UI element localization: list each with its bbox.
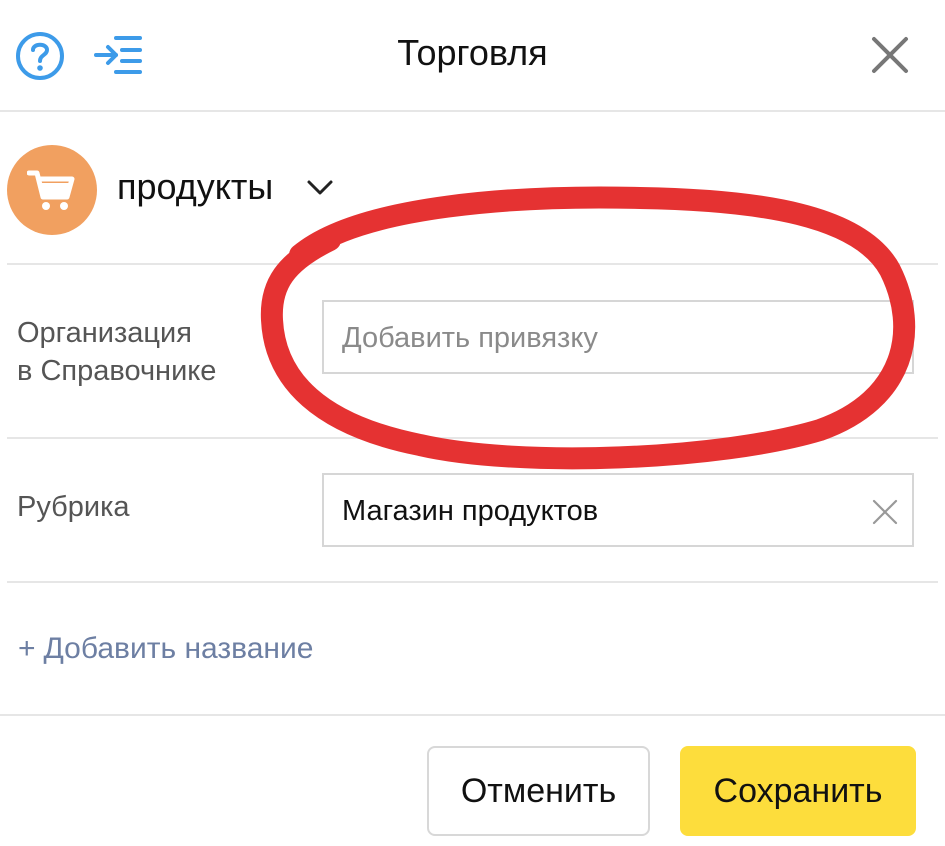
clear-icon[interactable] [872, 499, 898, 525]
divider [7, 437, 938, 439]
organization-label-line1: Организация [17, 317, 192, 349]
organization-label-line2: в Справочнике [17, 355, 217, 387]
organization-input-placeholder: Добавить привязку [342, 322, 598, 354]
cancel-button[interactable]: Отменить [427, 746, 650, 836]
dialog-header: Торговля [0, 0, 945, 112]
category-avatar [7, 145, 97, 235]
add-name-link[interactable]: + Добавить название [18, 629, 313, 669]
organization-input[interactable]: Добавить привязку [322, 300, 914, 374]
footer-divider [0, 714, 945, 716]
rubric-label: Рубрика [17, 491, 130, 523]
shopping-cart-icon [27, 170, 75, 210]
dialog-title: Торговля [397, 32, 548, 73]
category-label: продукты [117, 166, 274, 207]
rubric-input[interactable]: Магазин продуктов [322, 473, 914, 547]
divider [7, 581, 938, 583]
dialog: Торговля продукты Организация в Справочн… [0, 0, 945, 846]
category-selector[interactable]: продукты [0, 112, 945, 264]
add-name-label: Добавить название [43, 632, 314, 665]
chevron-down-icon[interactable] [306, 179, 334, 197]
plus-icon: + [18, 632, 36, 665]
organization-label: Организация в Справочнике [17, 314, 216, 390]
close-icon[interactable] [868, 33, 912, 77]
divider [7, 263, 938, 265]
save-button[interactable]: Сохранить [680, 746, 916, 836]
rubric-input-value: Магазин продуктов [342, 495, 599, 527]
